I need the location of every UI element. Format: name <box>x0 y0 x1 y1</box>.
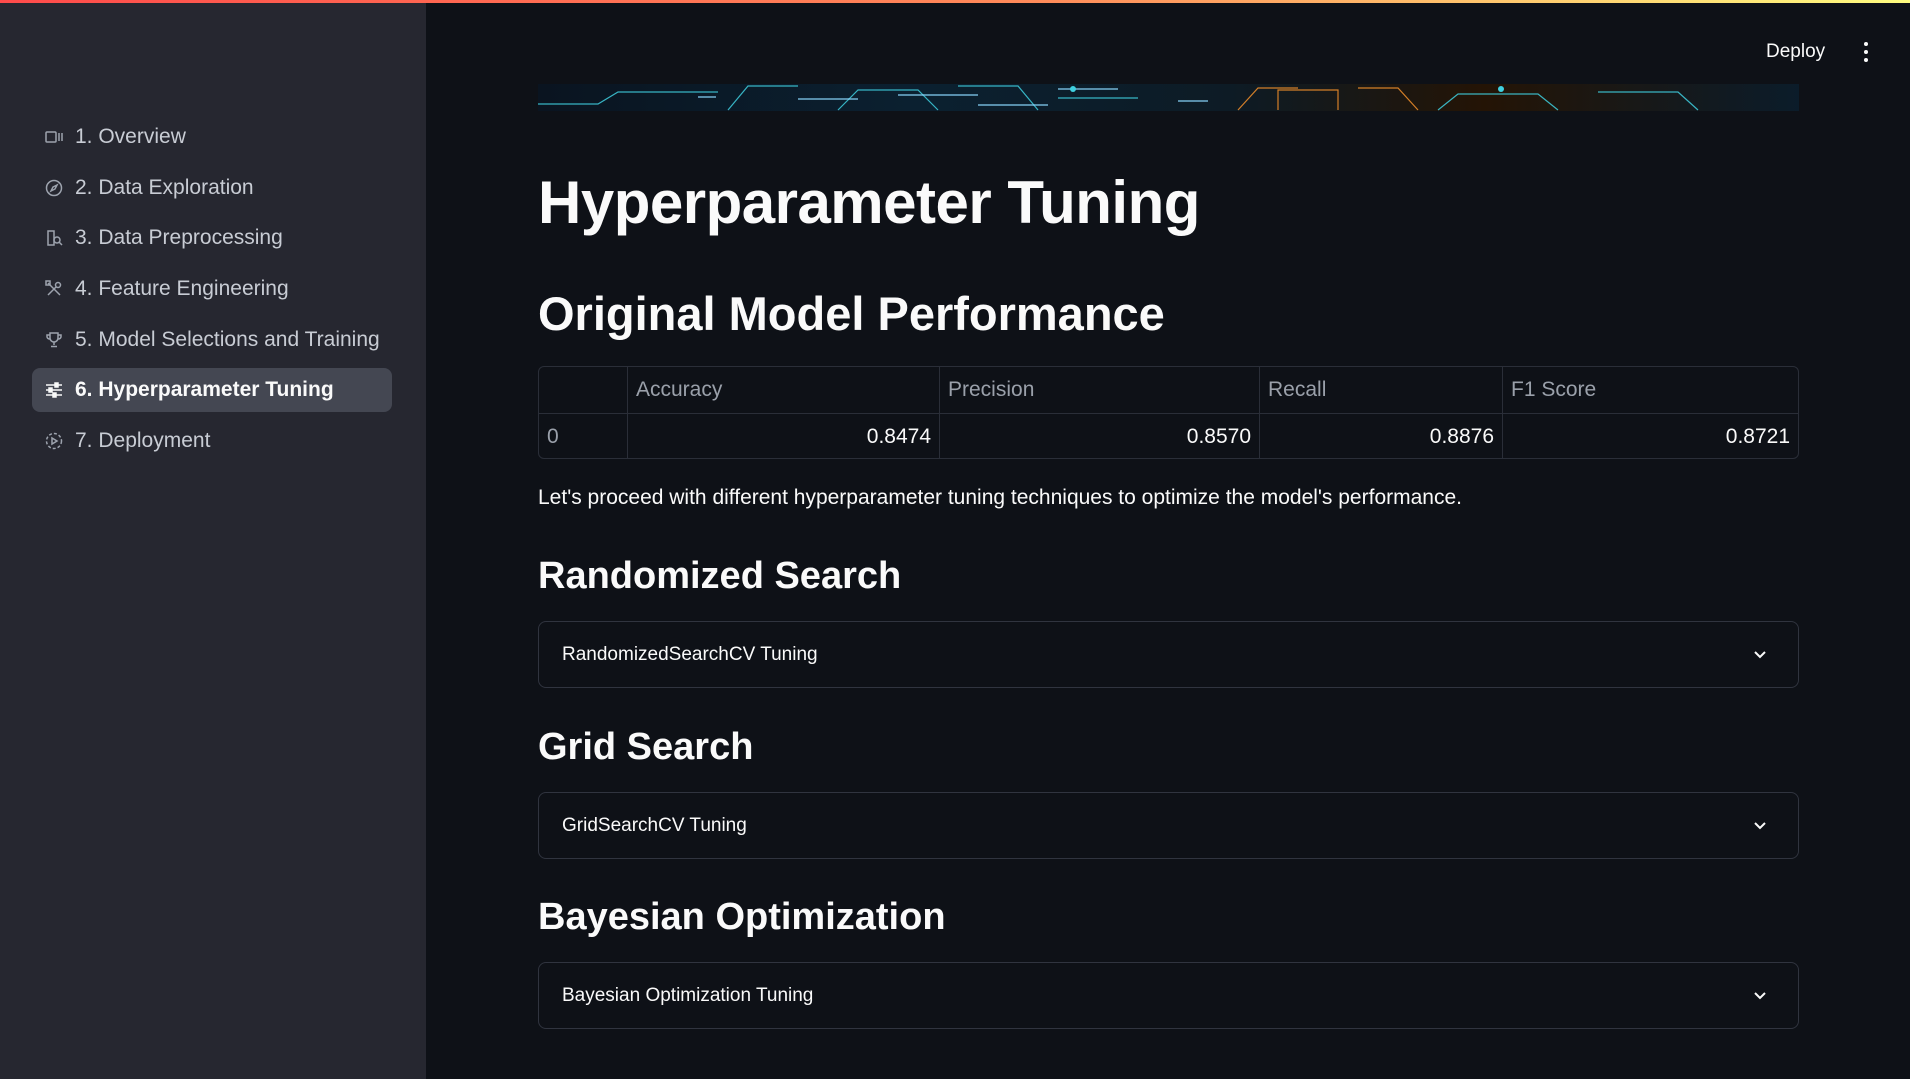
sidebar-item-label: 1. Overview <box>75 125 186 148</box>
document-search-icon <box>44 228 64 248</box>
sidebar-item-label: 6. Hyperparameter Tuning <box>75 378 334 402</box>
table-cell: 0.8721 <box>1725 424 1790 448</box>
sidebar-item-label: 7. Deployment <box>75 429 211 453</box>
slideshow-icon <box>44 127 64 147</box>
table-cell: 0.8570 <box>940 414 1260 458</box>
deploy-button[interactable]: Deploy <box>1752 36 1839 68</box>
column-header: Recall <box>1260 367 1503 413</box>
kebab-menu-icon[interactable] <box>1856 36 1876 68</box>
table-cell: 0.8474 <box>628 414 940 458</box>
column-header: Precision <box>940 367 1260 413</box>
sliders-icon <box>44 380 64 400</box>
expander-label: RandomizedSearchCV Tuning <box>562 643 818 665</box>
sidebar-item-overview[interactable]: 1. Overview <box>32 115 392 159</box>
sidebar-item-label: 3. Data Preprocessing <box>75 226 283 250</box>
sidebar-item-data-preprocessing[interactable]: 3. Data Preprocessing <box>32 216 392 260</box>
sidebar-nav: 1. Overview 2. Data Exploration 3. Data … <box>32 115 392 470</box>
tools-icon <box>44 279 64 299</box>
chevron-down-icon <box>1754 822 1766 830</box>
sidebar-item-deployment[interactable]: 7. Deployment <box>32 419 392 463</box>
sidebar: 1. Overview 2. Data Exploration 3. Data … <box>0 0 426 1079</box>
column-header: F1 Score <box>1511 378 1597 401</box>
sidebar-item-data-exploration[interactable]: 2. Data Exploration <box>32 166 392 210</box>
section-heading-bayesian-optimization: Bayesian Optimization <box>538 896 946 938</box>
column-header: Accuracy <box>628 367 940 413</box>
sidebar-item-model-selection[interactable]: 5. Model Selections and Training <box>32 318 392 362</box>
table-row: 0 0.8474 0.8570 0.8876 0.8721 <box>539 413 1798 458</box>
compass-icon <box>44 178 64 198</box>
expander-randomized-search[interactable]: RandomizedSearchCV Tuning <box>538 621 1799 688</box>
top-decoration-bar <box>0 0 1910 3</box>
chevron-down-icon <box>1754 651 1766 659</box>
sidebar-item-label: 5. Model Selections and Training <box>75 327 380 351</box>
sidebar-item-label: 4. Feature Engineering <box>75 277 289 301</box>
performance-table[interactable]: Accuracy Precision Recall F1 Score 0 0.8… <box>538 366 1799 459</box>
page-title: Hyperparameter Tuning <box>538 169 1200 236</box>
expander-label: Bayesian Optimization Tuning <box>562 984 814 1006</box>
expander-label: GridSearchCV Tuning <box>562 814 747 836</box>
rocket-circle-icon <box>44 431 64 451</box>
trophy-icon <box>44 330 64 350</box>
sidebar-item-feature-engineering[interactable]: 4. Feature Engineering <box>32 267 392 311</box>
intro-text: Let's proceed with different hyperparame… <box>538 486 1462 509</box>
row-index: 0 <box>539 414 628 458</box>
sidebar-item-hyperparameter-tuning[interactable]: 6. Hyperparameter Tuning <box>32 368 392 413</box>
table-header-row: Accuracy Precision Recall F1 Score <box>539 367 1798 413</box>
section-heading-performance: Original Model Performance <box>538 287 1165 340</box>
expander-grid-search[interactable]: GridSearchCV Tuning <box>538 792 1799 859</box>
section-heading-grid-search: Grid Search <box>538 726 754 768</box>
column-header-index <box>539 367 628 413</box>
banner-image <box>538 84 1799 111</box>
section-heading-randomized-search: Randomized Search <box>538 555 902 597</box>
sidebar-item-label: 2. Data Exploration <box>75 175 254 199</box>
table-cell: 0.8876 <box>1260 414 1503 458</box>
chevron-down-icon <box>1754 992 1766 1000</box>
expander-bayesian-optimization[interactable]: Bayesian Optimization Tuning <box>538 962 1799 1029</box>
